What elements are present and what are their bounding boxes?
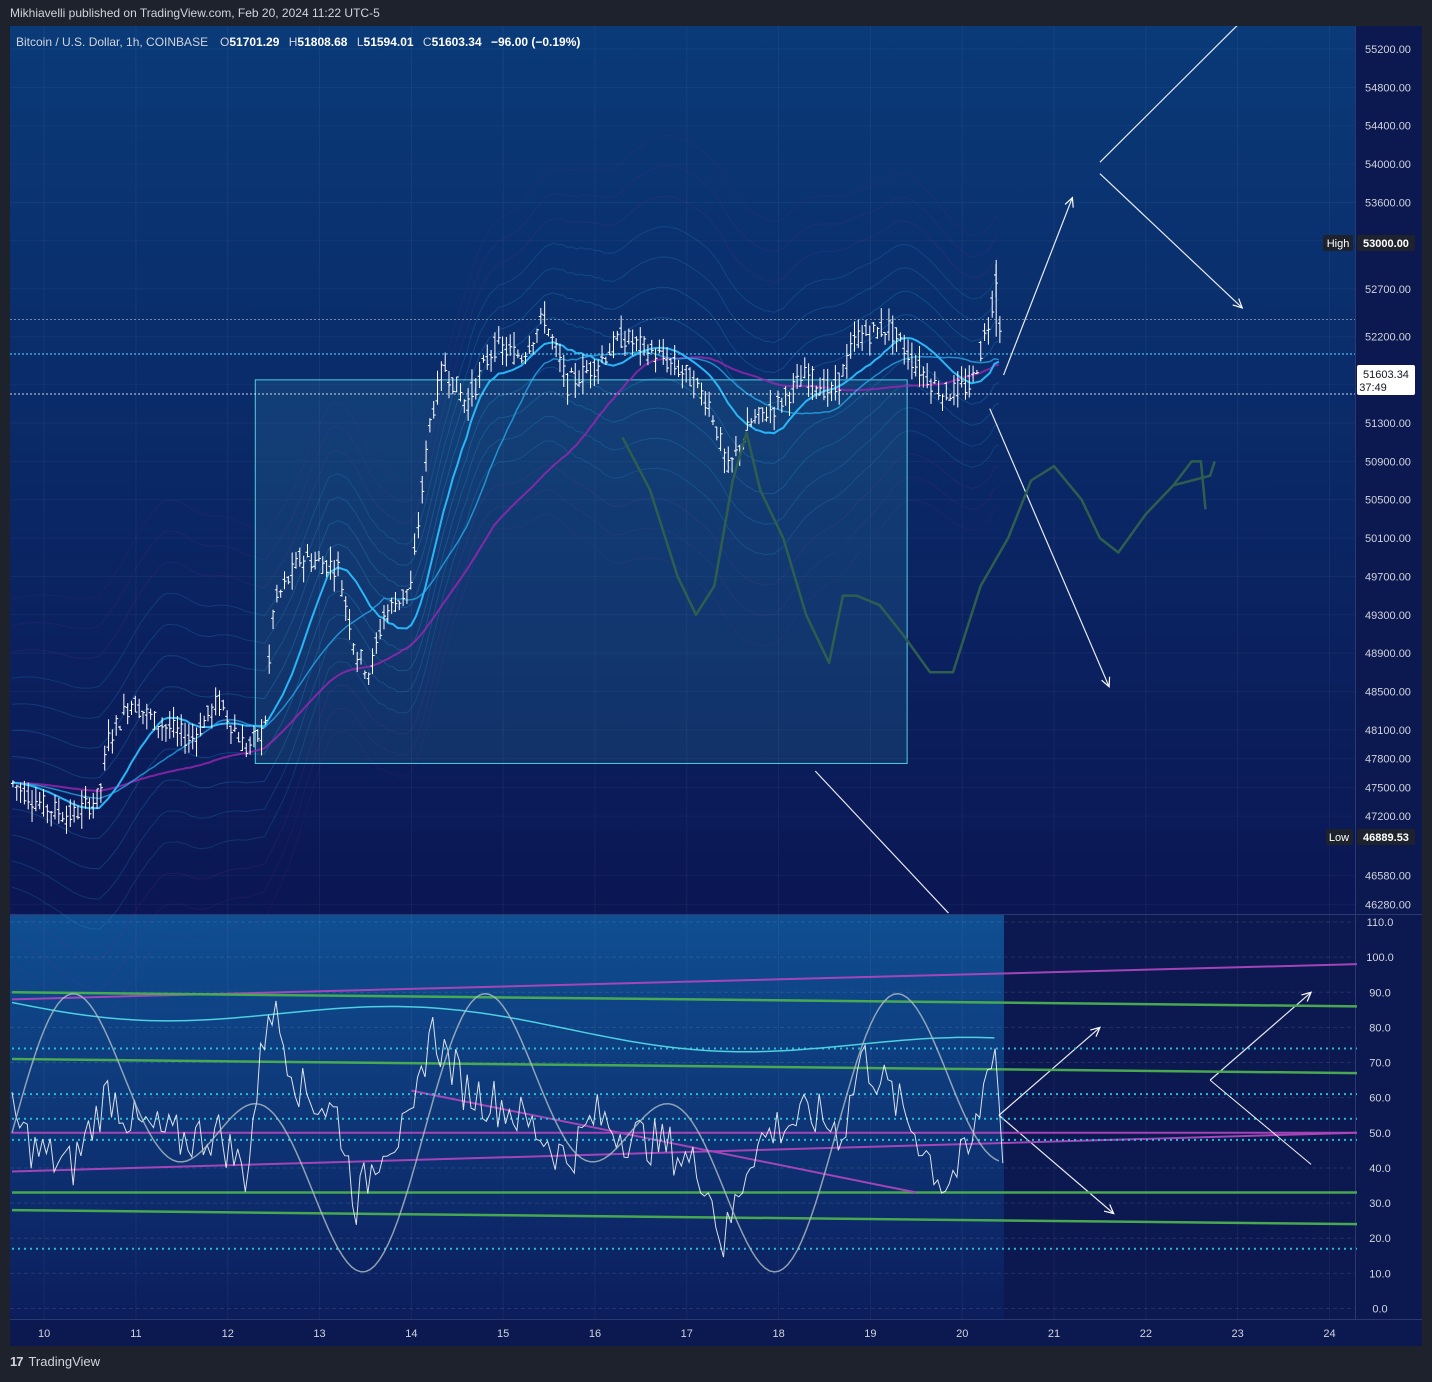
high-label: High xyxy=(1327,238,1350,250)
time-tick-label: 19 xyxy=(864,1328,876,1340)
price-tick-label: 54800.00 xyxy=(1365,82,1411,94)
price-tick-label: 55200.00 xyxy=(1365,44,1411,56)
time-tick-label: 23 xyxy=(1232,1328,1244,1340)
price-tick-label: 52200.00 xyxy=(1365,332,1411,344)
time-tick-label: 12 xyxy=(222,1328,234,1340)
price-tick-label: 48100.00 xyxy=(1365,725,1411,737)
time-tick-label: 14 xyxy=(405,1328,417,1340)
osc-tick-label: 110.0 xyxy=(1367,917,1394,929)
price-tick-label: 50500.00 xyxy=(1365,495,1411,507)
legend-group: Bitcoin / U.S. Dollar, 1h, COINBASE O517… xyxy=(16,35,580,49)
legend-close: 51603.34 xyxy=(432,35,482,49)
legend-open-label: O xyxy=(220,35,229,49)
high-value: 53000.00 xyxy=(1363,238,1409,250)
price-tick-label: 50900.00 xyxy=(1365,456,1411,468)
legend-ohlc: O51701.29 H51808.68 L51594.01 C51603.34 … xyxy=(220,35,580,49)
osc-tick-label: 90.0 xyxy=(1369,987,1390,999)
price-tick-label: 54000.00 xyxy=(1365,159,1411,171)
legend-close-label: C xyxy=(423,35,432,49)
low-label: Low xyxy=(1329,832,1349,844)
tradingview-logo-icon: 17 xyxy=(10,1354,24,1369)
time-tick-label: 24 xyxy=(1323,1328,1335,1340)
low-value: 46889.53 xyxy=(1363,832,1409,844)
price-tick-label: 48900.00 xyxy=(1365,648,1411,660)
osc-tick-label: 50.0 xyxy=(1369,1128,1390,1140)
price-tick-label: 52700.00 xyxy=(1365,284,1411,296)
time-tick-label: 13 xyxy=(313,1328,325,1340)
legend-open: 51701.29 xyxy=(229,35,279,49)
legend-high-label: H xyxy=(289,35,298,49)
osc-tick-label: 80.0 xyxy=(1369,1022,1390,1034)
footer-brand[interactable]: 17 TradingView xyxy=(10,1354,100,1369)
price-tick-label: 50100.00 xyxy=(1365,533,1411,545)
price-tick-label: 48500.00 xyxy=(1365,687,1411,699)
osc-tick-label: 70.0 xyxy=(1369,1058,1390,1070)
tradingview-brand: TradingView xyxy=(28,1354,101,1369)
chart-frame[interactable]: 55200.00 54800.00 54400.00 54000.00 53600.00… xyxy=(10,26,1422,1346)
osc-tick-label: 20.0 xyxy=(1369,1233,1390,1245)
osc-tick-label: 60.0 xyxy=(1369,1093,1390,1105)
time-tick-label: 15 xyxy=(497,1328,509,1340)
price-tick-label: 54400.00 xyxy=(1365,121,1411,133)
price-tick-label: 49300.00 xyxy=(1365,610,1411,622)
legend-low: 51594.01 xyxy=(364,35,414,49)
price-tick-label: 46580.00 xyxy=(1365,871,1411,883)
price-tick-label: 51300.00 xyxy=(1365,418,1411,430)
time-tick-label: 18 xyxy=(772,1328,784,1340)
time-tick-label: 20 xyxy=(956,1328,968,1340)
price-tick-label: 53600.00 xyxy=(1365,197,1411,209)
price-tick-label: 46280.00 xyxy=(1365,899,1411,911)
time-tick-label: 22 xyxy=(1140,1328,1152,1340)
legend-symbol: Bitcoin / U.S. Dollar, 1h, COINBASE xyxy=(16,35,208,49)
time-tick-label: 16 xyxy=(589,1328,601,1340)
publisher-header: Mikhiavelli published on TradingView.com… xyxy=(10,6,380,20)
legend-high: 51808.68 xyxy=(297,35,347,49)
price-tick-label: 47500.00 xyxy=(1365,782,1411,794)
time-tick-label: 21 xyxy=(1048,1328,1060,1340)
osc-tick-label: 30.0 xyxy=(1369,1198,1390,1210)
osc-tick-label: 40.0 xyxy=(1369,1163,1390,1175)
time-tick-label: 11 xyxy=(130,1328,141,1340)
osc-tick-label: 100.0 xyxy=(1366,952,1394,964)
osc-tick-label: 0.0 xyxy=(1372,1303,1387,1315)
chart-svg[interactable]: 55200.00 54800.00 54400.00 54000.00 53600.00… xyxy=(10,26,1422,1346)
time-tick-label: 10 xyxy=(38,1328,50,1340)
legend-change: −96.00 (−0.19%) xyxy=(491,35,580,49)
last-price-value: 51603.34 xyxy=(1363,369,1409,381)
bar-countdown: 37:49 xyxy=(1359,382,1387,394)
price-tick-label: 49700.00 xyxy=(1365,571,1411,583)
time-tick-label: 17 xyxy=(681,1328,693,1340)
price-tick-label: 47800.00 xyxy=(1365,754,1411,766)
price-tick-label: 47200.00 xyxy=(1365,811,1411,823)
indicator-future-shade xyxy=(1004,915,1355,1319)
osc-tick-label: 10.0 xyxy=(1369,1268,1390,1280)
